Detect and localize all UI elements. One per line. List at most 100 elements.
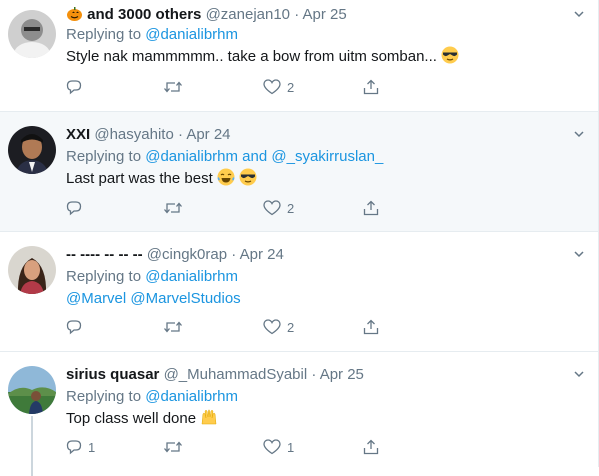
tweet-header: sirius quasar @_MuhammadSyabil · Apr 25: [66, 365, 364, 385]
retweet-icon: [164, 202, 182, 214]
share-button[interactable]: [363, 437, 379, 457]
replying-to-line: Replying to @danialibrhm: [66, 25, 238, 45]
replying-to-line: Replying to @danialibrhm and @_syakirrus…: [66, 147, 383, 167]
reply-button[interactable]: 1: [66, 437, 95, 457]
replying-and-text: and: [242, 148, 268, 165]
tweet-text-content: Style nak mammmmm.. take a bow from uitm…: [66, 48, 437, 65]
user-handle[interactable]: @zanejan10: [206, 6, 290, 23]
share-icon: [363, 319, 379, 335]
tweet-actions: 1 1: [66, 437, 386, 457]
retweet-button[interactable]: [163, 198, 189, 218]
replying-to-label: Replying to: [66, 148, 142, 165]
tweet-text-content: Top class well done: [66, 410, 197, 427]
chevron-down-icon[interactable]: [573, 128, 585, 140]
mention-link[interactable]: @MarvelStudios: [130, 290, 240, 307]
replying-to-line: Replying to @danialibrhm: [66, 387, 238, 407]
like-button[interactable]: 2: [263, 198, 294, 218]
tweet-text: Last part was the best: [66, 168, 257, 193]
heart-icon: [263, 200, 281, 216]
reply-count: 1: [88, 439, 96, 455]
reply-tweet[interactable]: and 3000 others @zanejan10 · Apr 25 Repl…: [0, 0, 599, 112]
mention-link[interactable]: @danialibrhm: [145, 26, 238, 43]
avatar[interactable]: [8, 126, 56, 174]
tweet-text: Top class well done: [66, 408, 218, 433]
share-button[interactable]: [363, 198, 379, 218]
tweet-date[interactable]: Apr 25: [303, 6, 347, 23]
tweet-date[interactable]: Apr 24: [186, 126, 230, 143]
replying-to-label: Replying to: [66, 268, 142, 285]
reply-icon: [66, 201, 82, 216]
heart-icon: [263, 439, 281, 455]
retweet-button[interactable]: [163, 437, 189, 457]
avatar[interactable]: [8, 10, 56, 58]
like-count: 1: [287, 439, 295, 455]
like-count: 2: [287, 200, 295, 216]
separator-dot: ·: [311, 366, 317, 383]
retweet-button[interactable]: [163, 317, 189, 337]
sunglasses-emoji-icon: [441, 46, 459, 71]
display-name[interactable]: XXI: [66, 126, 90, 143]
retweet-icon: [164, 441, 182, 453]
tweet-text-content: Last part was the best: [66, 170, 213, 187]
display-name[interactable]: -- ---- -- -- --: [66, 246, 143, 263]
reply-tweet[interactable]: sirius quasar @_MuhammadSyabil · Apr 25 …: [0, 352, 599, 476]
like-count: 2: [287, 319, 295, 335]
tweet-actions: 2: [66, 198, 386, 218]
replying-to-label: Replying to: [66, 388, 142, 405]
tweet-text: Style nak mammmmm.. take a bow from uitm…: [66, 46, 459, 71]
separator-dot: ·: [177, 126, 183, 143]
separator-dot: ·: [294, 6, 300, 23]
reply-tweet[interactable]: XXI @hasyahito · Apr 24 Replying to @dan…: [0, 112, 599, 232]
tweet-date[interactable]: Apr 25: [320, 366, 364, 383]
thread-connector-line: [31, 416, 33, 476]
reply-tweet[interactable]: -- ---- -- -- -- @cingk0rap · Apr 24 Rep…: [0, 232, 599, 352]
display-name[interactable]: sirius quasar: [66, 366, 159, 383]
mention-link[interactable]: @danialibrhm: [145, 148, 238, 165]
tweet-actions: 2: [66, 77, 386, 97]
reply-icon: [66, 80, 82, 95]
reply-button[interactable]: [66, 198, 88, 218]
share-button[interactable]: [363, 77, 379, 97]
share-button[interactable]: [363, 317, 379, 337]
like-count: 2: [287, 79, 295, 95]
like-button[interactable]: 2: [263, 317, 294, 337]
share-icon: [363, 439, 379, 455]
avatar[interactable]: [8, 366, 56, 414]
tweet-text: @Marvel @MarvelStudios: [66, 288, 241, 310]
replying-to-label: Replying to: [66, 26, 142, 43]
tweet-header: XXI @hasyahito · Apr 24: [66, 125, 231, 145]
reply-icon: [66, 320, 82, 335]
retweet-icon: [164, 81, 182, 93]
separator-dot: ·: [231, 246, 237, 263]
reply-icon: [66, 440, 82, 455]
user-handle[interactable]: @cingk0rap: [147, 246, 227, 263]
mention-link[interactable]: @Marvel: [66, 290, 126, 307]
share-icon: [363, 79, 379, 95]
mention-link[interactable]: @_syakirruslan_: [271, 148, 383, 165]
raising-hands-emoji-icon: [200, 408, 218, 433]
user-handle[interactable]: @hasyahito: [94, 126, 173, 143]
heart-icon: [263, 319, 281, 335]
reply-button[interactable]: [66, 317, 88, 337]
user-handle[interactable]: @_MuhammadSyabil: [164, 366, 308, 383]
reply-button[interactable]: [66, 77, 88, 97]
chevron-down-icon[interactable]: [573, 8, 585, 20]
chevron-down-icon[interactable]: [573, 368, 585, 380]
avatar[interactable]: [8, 246, 56, 294]
tweet-date[interactable]: Apr 24: [240, 246, 284, 263]
retweet-button[interactable]: [163, 77, 189, 97]
retweet-icon: [164, 321, 182, 333]
tweet-header: -- ---- -- -- -- @cingk0rap · Apr 24: [66, 245, 284, 265]
replies-feed: and 3000 others @zanejan10 · Apr 25 Repl…: [0, 0, 599, 476]
mention-link[interactable]: @danialibrhm: [145, 268, 238, 285]
heart-icon: [263, 79, 281, 95]
like-button[interactable]: 1: [263, 437, 294, 457]
sunglasses-emoji-icon: [239, 168, 257, 193]
display-name[interactable]: and 3000 others: [87, 6, 201, 23]
share-icon: [363, 200, 379, 216]
like-button[interactable]: 2: [263, 77, 294, 97]
replying-to-line: Replying to @danialibrhm: [66, 267, 238, 287]
chevron-down-icon[interactable]: [573, 248, 585, 260]
mention-link[interactable]: @danialibrhm: [145, 388, 238, 405]
tears-of-joy-emoji-icon: [217, 168, 235, 193]
